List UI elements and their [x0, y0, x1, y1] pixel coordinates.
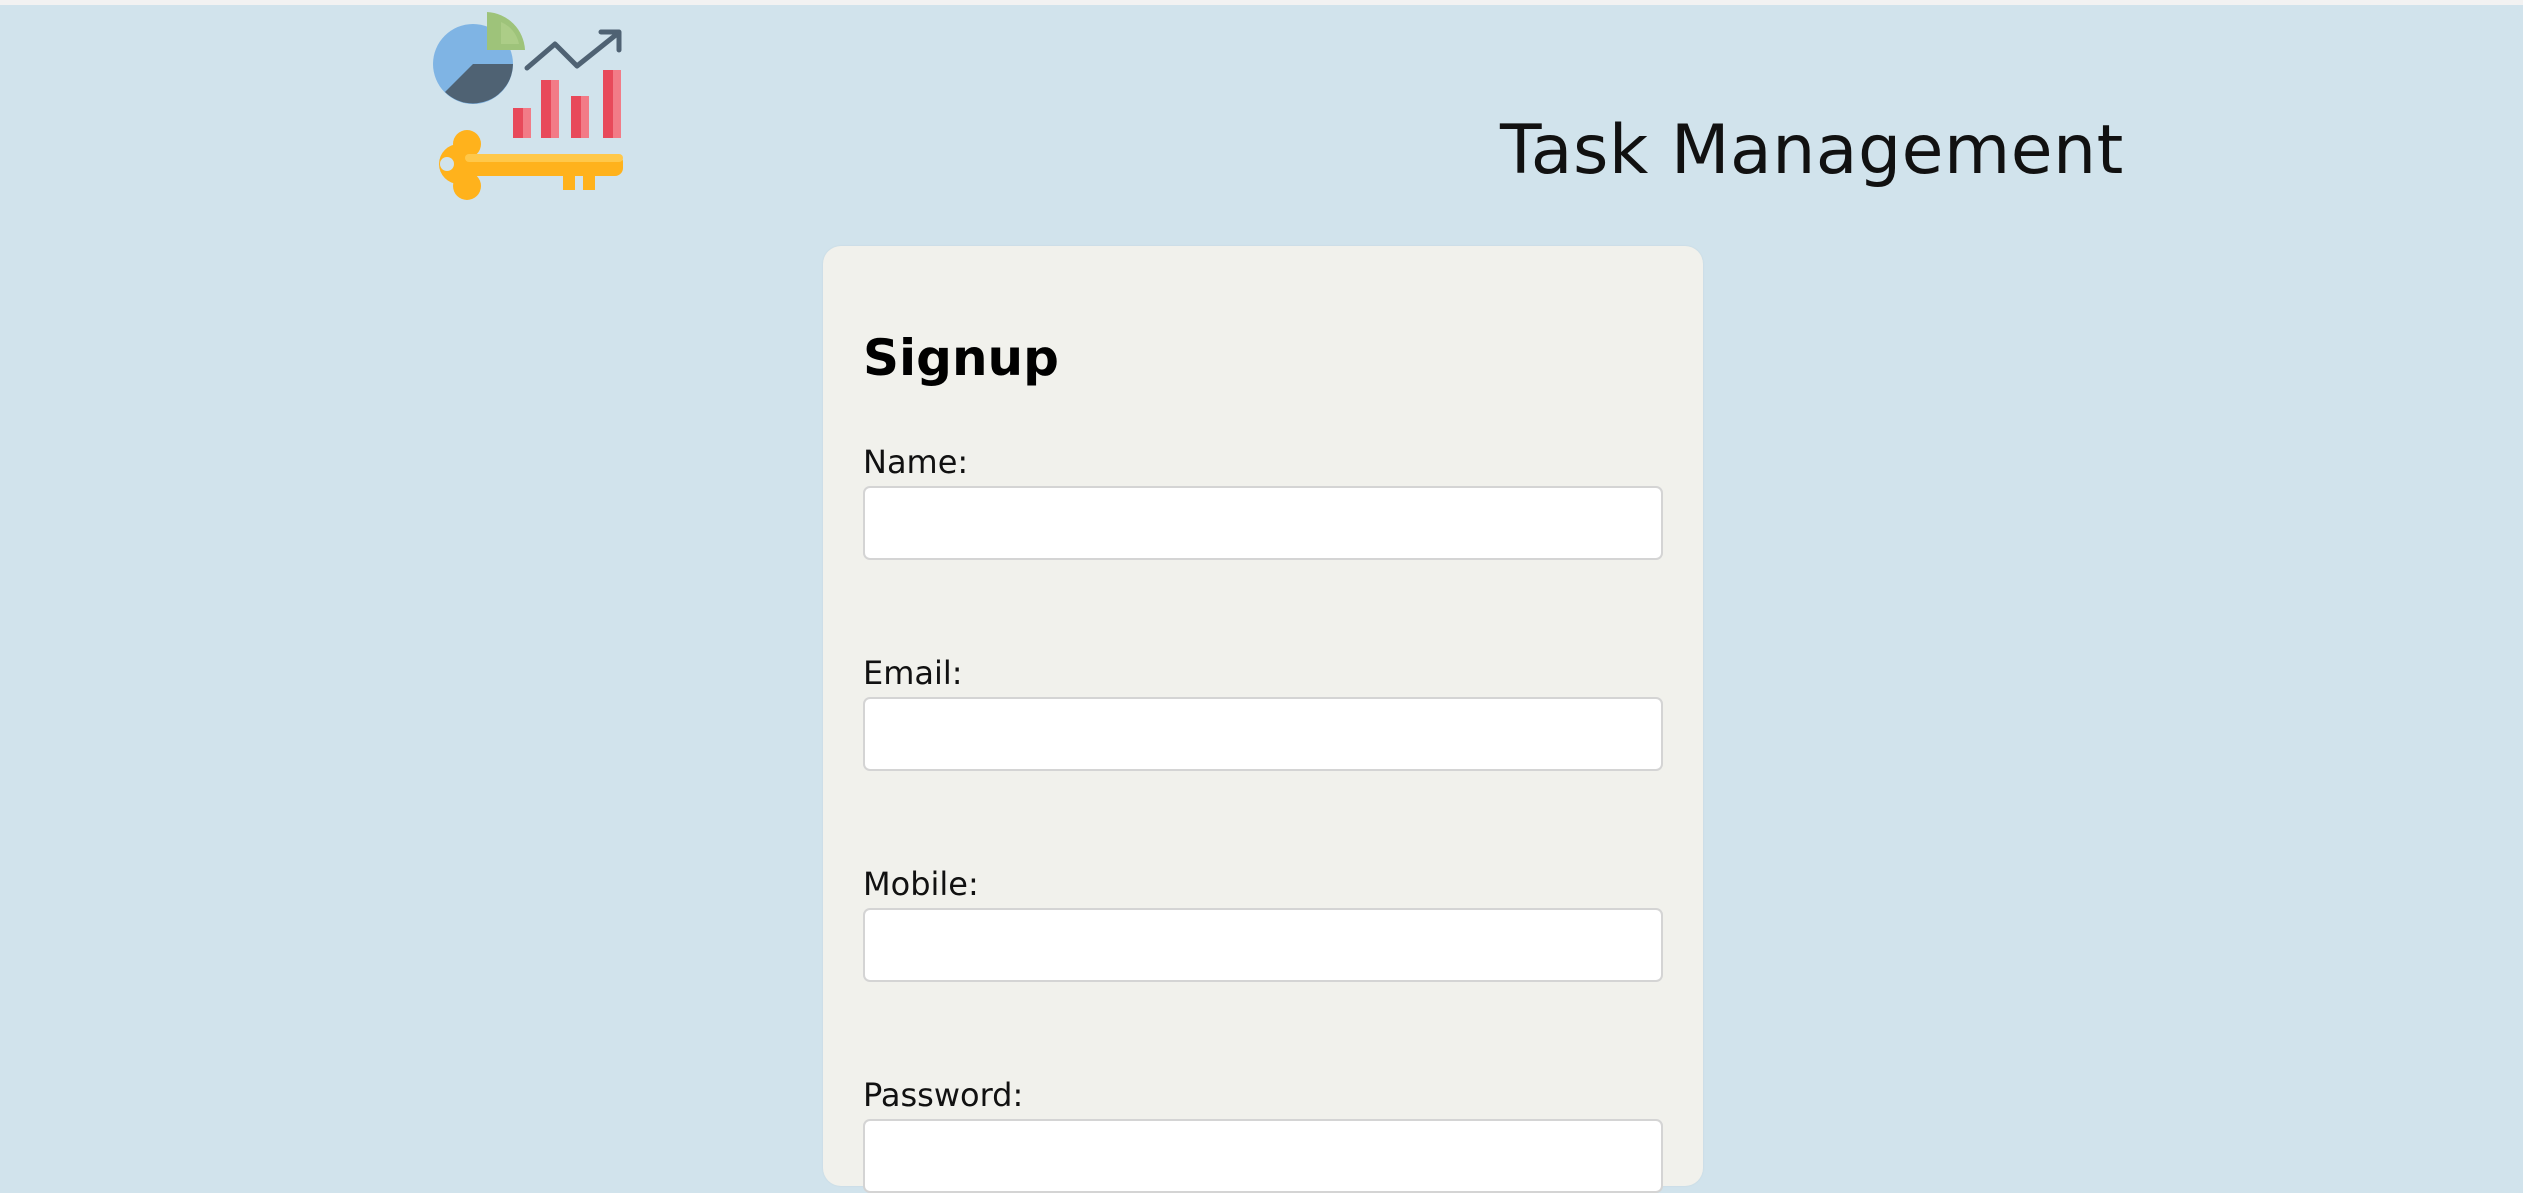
app-title: Task Management [1500, 110, 2124, 190]
name-label: Name: [863, 443, 969, 481]
mobile-input[interactable] [863, 908, 1663, 982]
password-label: Password: [863, 1076, 1024, 1114]
email-input[interactable] [863, 697, 1663, 771]
signup-heading: Signup [863, 329, 1059, 387]
analytics-key-logo-icon [427, 8, 627, 204]
top-strip [0, 0, 2523, 5]
mobile-label: Mobile: [863, 865, 979, 903]
name-input[interactable] [863, 486, 1663, 560]
signup-card: Signup Name: Email: Mobile: Password: [823, 246, 1703, 1193]
password-input[interactable] [863, 1119, 1663, 1193]
email-label: Email: [863, 654, 963, 692]
